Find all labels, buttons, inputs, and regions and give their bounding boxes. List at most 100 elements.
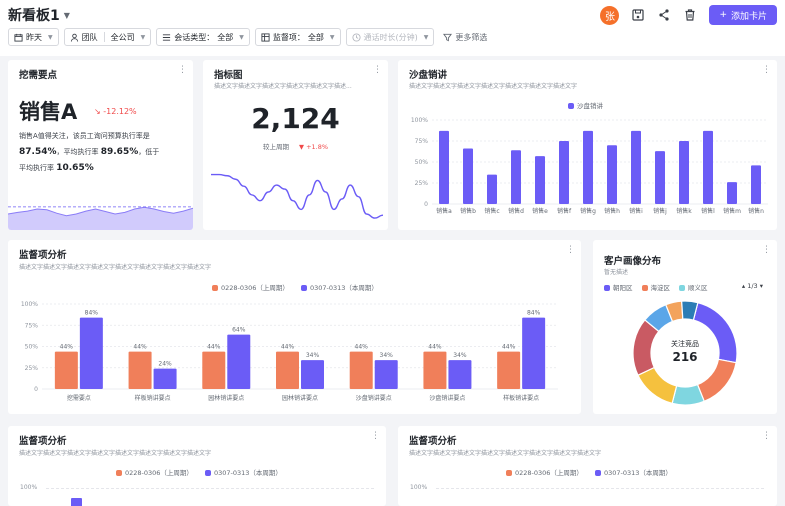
- chevron-down-icon: ▼: [140, 33, 146, 41]
- bar: [559, 141, 569, 204]
- data-label: 44%: [60, 344, 74, 351]
- x-tick-label: 销售d: [508, 207, 524, 215]
- insight-text-4: 平均执行率: [19, 164, 54, 172]
- compare-arrow-icon: ▼: [299, 143, 305, 151]
- card-description: 描述文字描述文字描述文字描述文字描述文字描述文字描述文字: [409, 83, 578, 90]
- bar: [202, 351, 226, 389]
- metric-line: [211, 173, 383, 219]
- bar: [54, 351, 78, 389]
- legend-label: 沙盘销讲: [577, 102, 603, 110]
- card-supervise: 监督项分析 ⋮ 描述文字描述文字描述文字描述文字描述文字描述文字描述文字描述文字…: [8, 240, 581, 414]
- prev-page-icon[interactable]: ▴: [742, 282, 745, 290]
- x-tick-label: 园林销讲要点: [208, 394, 244, 402]
- filter-team[interactable]: 团队 全公司 ▼: [63, 28, 152, 46]
- x-tick-label: 销售e: [532, 207, 548, 215]
- card-title: 挖需要点: [19, 70, 58, 81]
- add-card-label: 添加卡片: [730, 11, 767, 22]
- bar: [511, 150, 521, 204]
- filter-call-duration[interactable]: 通话时长(分钟) ▼: [345, 28, 435, 46]
- filter-call-duration-label: 通话时长(分钟): [363, 32, 418, 42]
- filter-date[interactable]: 昨天 ▼: [8, 28, 59, 46]
- data-label: 64%: [232, 327, 246, 334]
- more-icon[interactable]: ⋮: [373, 66, 382, 75]
- y-tick-label: 25%: [25, 365, 39, 372]
- y-tick-label: 0: [424, 201, 428, 208]
- bar: [751, 165, 761, 204]
- legend-pager[interactable]: ▴ 1/3 ▾: [742, 282, 763, 290]
- card-sand: 沙盘销讲 ⋮ 描述文字描述文字描述文字描述文字描述文字描述文字描述文字 沙盘销讲…: [398, 60, 777, 230]
- card-title: 指标图: [214, 70, 243, 81]
- card-customer: 客户画像分布 ⋮ 暂无描述 朝阳区 海淀区 顺义区 ▴ 1/3 ▾ 关注竞品 2…: [593, 240, 777, 414]
- filter-supervise-item[interactable]: 监督项： 全部 ▼: [254, 28, 341, 46]
- insight-text: 销售A值得关注，该员工询问预算执行率是 87.54%，平均执行率 89.65%，…: [19, 128, 189, 176]
- share-icon[interactable]: [657, 8, 671, 22]
- more-icon[interactable]: ⋮: [762, 246, 771, 255]
- dashboard-title[interactable]: 新看板1 ▼: [8, 5, 70, 25]
- legend-item: 0228-0306（上周期）: [116, 467, 193, 477]
- insight-value-1: 87.54%: [19, 147, 57, 157]
- filter-session-type-label: 会话类型：: [174, 32, 215, 42]
- calendar-icon: [14, 33, 23, 42]
- change-text: -12.12%: [103, 107, 137, 116]
- more-icon[interactable]: ⋮: [566, 246, 575, 255]
- chart-legend: 朝阳区 海淀区 顺义区: [604, 282, 708, 292]
- y-tick-label: 75%: [415, 138, 429, 145]
- card-title: 沙盘销讲: [409, 70, 448, 81]
- y-tick-label: 100%: [410, 484, 428, 491]
- filter-session-type[interactable]: 会话类型： 全部 ▼: [156, 28, 250, 46]
- chevron-down-icon[interactable]: ▼: [64, 11, 70, 20]
- chevron-down-icon: ▼: [329, 33, 335, 41]
- y-tick-label: 100%: [20, 484, 38, 491]
- bar: [535, 156, 545, 204]
- next-page-icon[interactable]: ▾: [760, 282, 763, 290]
- donut-slice: [696, 358, 737, 403]
- filter-supervise-item-value: 全部: [307, 32, 324, 42]
- chevron-down-icon: ▼: [423, 33, 429, 41]
- dashboard-title-text: 新看板1: [8, 8, 60, 24]
- compare-value: +1.8%: [306, 143, 329, 151]
- delete-icon[interactable]: [683, 8, 697, 22]
- more-icon[interactable]: ⋮: [178, 66, 187, 75]
- legend-label: 0307-0313（本周期）: [309, 284, 378, 292]
- bar: [727, 182, 737, 204]
- donut-center-label: 关注竞品: [671, 340, 699, 348]
- y-tick-label: 0: [34, 386, 38, 393]
- more-icon[interactable]: ⋮: [762, 66, 771, 75]
- legend-item: 沙盘销讲: [568, 100, 603, 110]
- x-tick-label: 样板销讲要点: [135, 394, 171, 402]
- avatar[interactable]: 张: [600, 5, 620, 25]
- data-label: 84%: [527, 310, 541, 317]
- bar: [703, 130, 713, 204]
- card-description: 描述文字描述文字描述文字描述文字描述文字描述文字描述文字描述文字: [19, 450, 212, 457]
- more-filters-button[interactable]: 更多筛选: [443, 32, 487, 43]
- more-icon[interactable]: ⋮: [762, 432, 771, 441]
- x-tick-label: 销售b: [460, 207, 476, 215]
- trend-down-icon: ↘: [94, 107, 101, 116]
- legend-label: 0228-0306（上周期）: [221, 284, 289, 292]
- filter-team-value: 全公司: [110, 32, 135, 42]
- legend-item: 0228-0306（上周期）: [506, 467, 583, 477]
- data-label: 34%: [453, 352, 467, 359]
- legend-label: 0228-0306（上周期）: [515, 469, 583, 477]
- bar: [301, 360, 324, 389]
- card-title: 监督项分析: [19, 250, 67, 261]
- legend-item: 0307-0313（本周期）: [300, 282, 378, 292]
- bar: [631, 130, 641, 204]
- card-title: 监督项分析: [409, 436, 457, 447]
- legend-item: 朝阳区: [604, 282, 633, 292]
- filter-team-label: 团队: [81, 32, 98, 42]
- insight-text-1: 销售A值得关注，该员工询问预算执行率是: [19, 132, 150, 140]
- add-card-button[interactable]: + 添加卡片: [709, 5, 777, 25]
- card-supervise-2: 监督项分析 ⋮ 描述文字描述文字描述文字描述文字描述文字描述文字描述文字描述文字…: [8, 426, 386, 506]
- y-tick-label: 25%: [415, 180, 429, 187]
- save-icon[interactable]: [631, 8, 645, 22]
- data-label: 44%: [281, 344, 295, 351]
- supervise-bar-chart: 0 25% 50% 75% 100% 44% 84% 挖需要点 44% 24% 样板销讲要点 44% 6…: [21, 301, 558, 402]
- bar: [679, 141, 689, 204]
- chevron-down-icon: ▼: [239, 33, 244, 41]
- plus-icon: +: [719, 10, 727, 20]
- x-tick-label: 销售g: [580, 207, 596, 215]
- data-label: 44%: [133, 344, 147, 351]
- more-icon[interactable]: ⋮: [371, 432, 380, 441]
- change-value: ↘ -12.12%: [94, 107, 137, 116]
